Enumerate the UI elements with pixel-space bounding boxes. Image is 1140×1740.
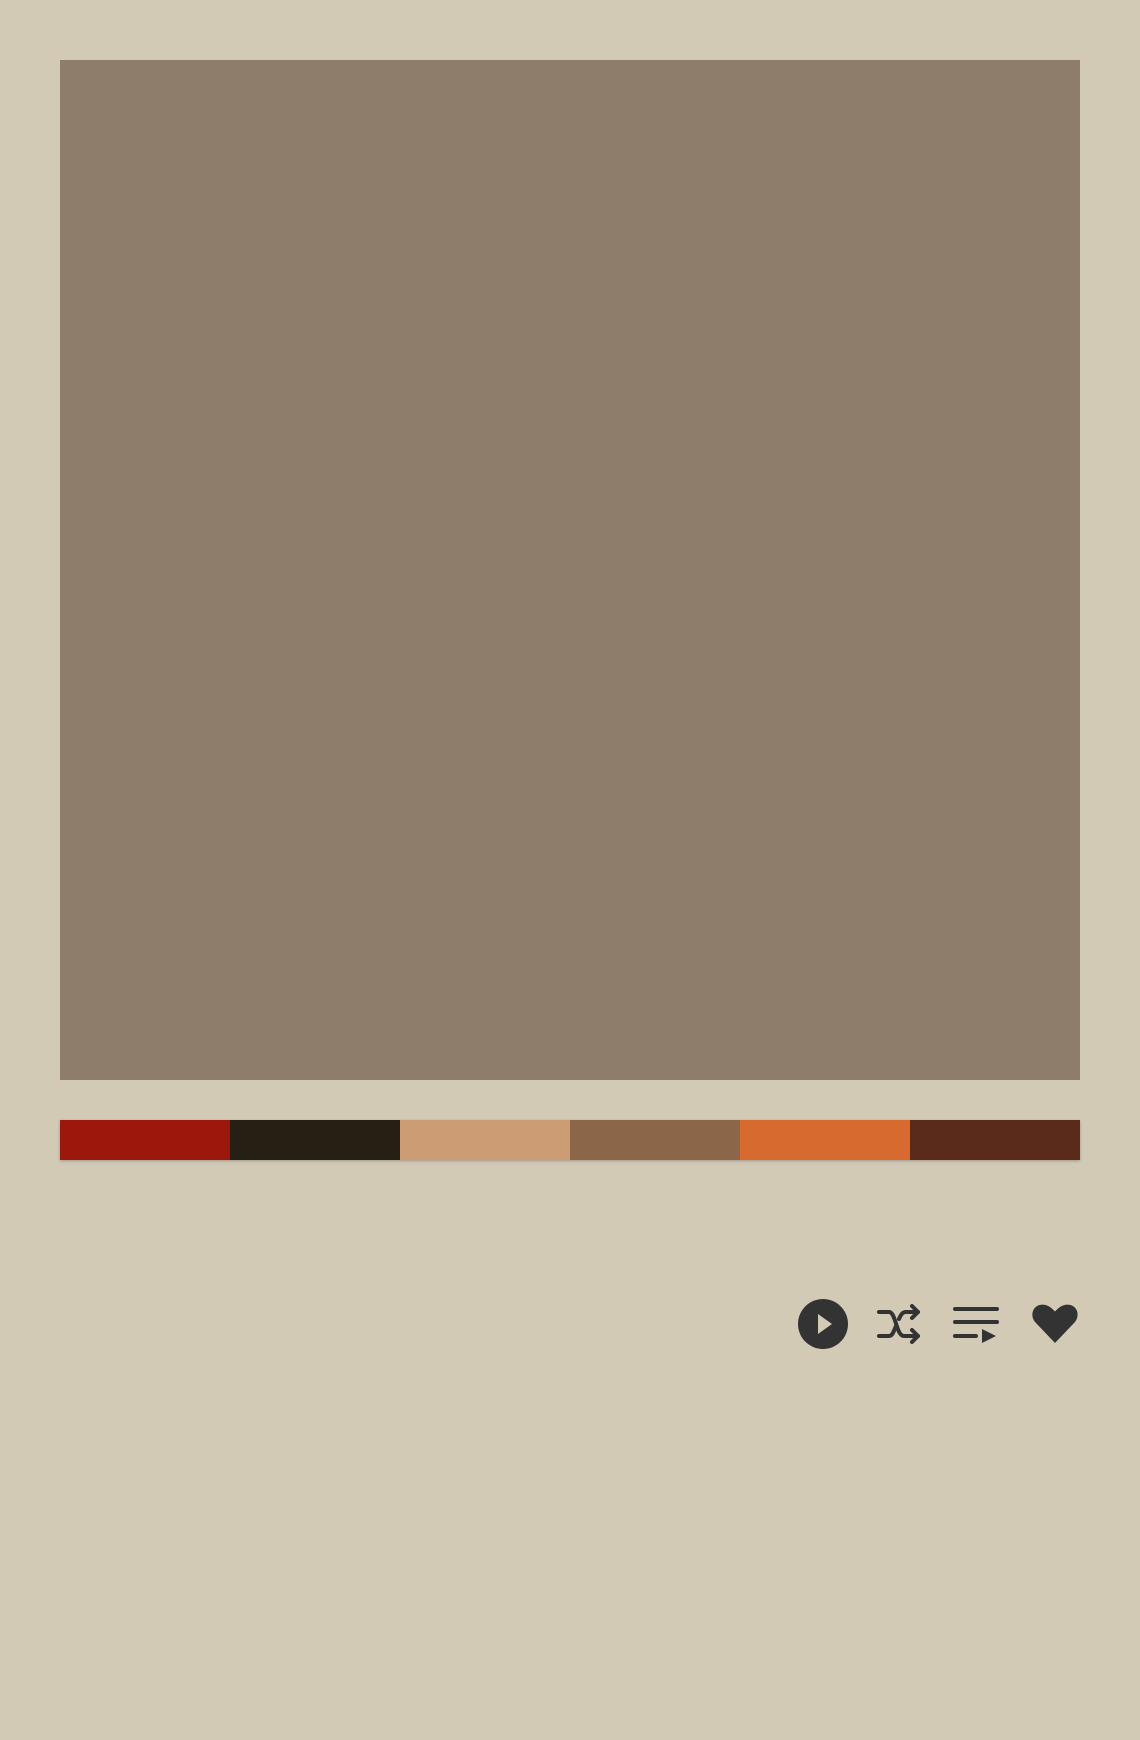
play-circle-icon xyxy=(798,1299,848,1349)
queue-music-icon xyxy=(953,1307,999,1343)
palette-swatch xyxy=(910,1120,1080,1160)
heart-icon xyxy=(1032,1304,1078,1343)
play-button[interactable] xyxy=(796,1297,850,1351)
shuffle-button[interactable] xyxy=(876,1300,924,1348)
queue-button[interactable] xyxy=(952,1300,1000,1348)
color-palette xyxy=(60,1120,1080,1160)
like-button[interactable] xyxy=(1030,1299,1080,1349)
palette-swatch xyxy=(230,1120,400,1160)
palette-swatch xyxy=(400,1120,570,1160)
shuffle-icon xyxy=(877,1304,920,1344)
cover-artwork xyxy=(60,60,1080,1080)
palette-swatch xyxy=(570,1120,740,1160)
playback-controls xyxy=(796,1296,1080,1352)
palette-swatch xyxy=(60,1120,230,1160)
palette-swatch xyxy=(740,1120,910,1160)
